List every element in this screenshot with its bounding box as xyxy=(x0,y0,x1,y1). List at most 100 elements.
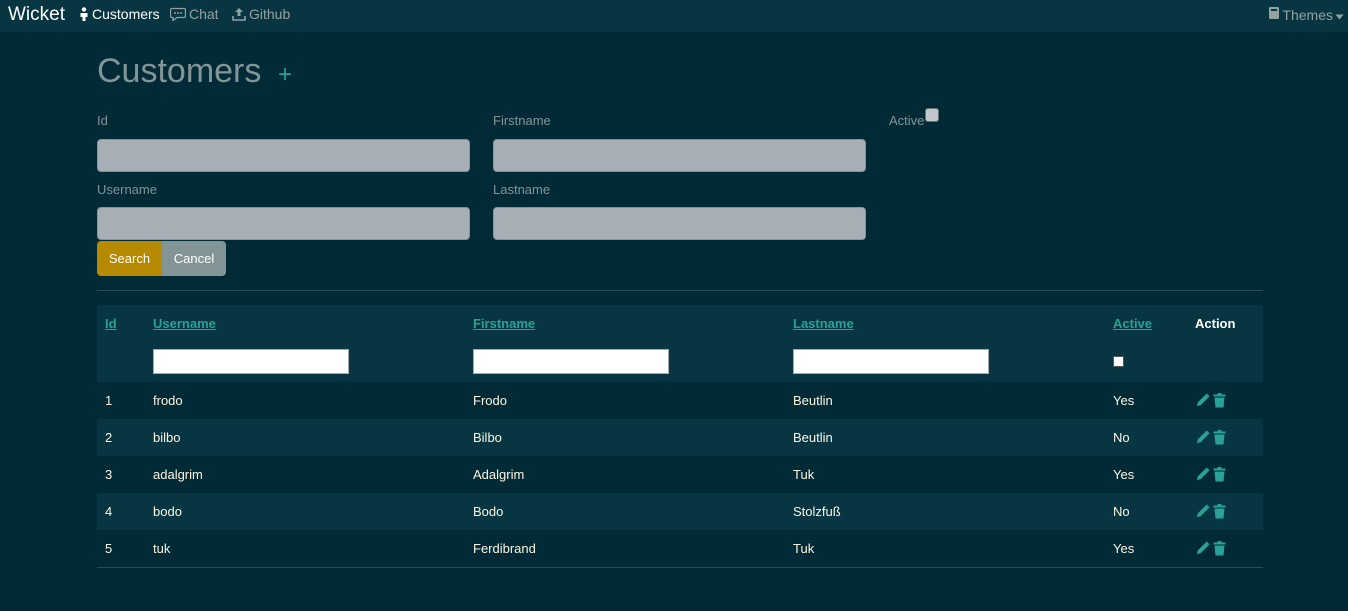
cell-id: 4 xyxy=(105,504,113,519)
table-body: 1 frodo Frodo Beutlin Yes 2 bilbo Bilbo Beutlin N… xyxy=(97,382,1263,568)
filter-cell-firstname xyxy=(465,341,785,382)
cell-active: No xyxy=(1113,430,1130,445)
column-header-active[interactable]: Active xyxy=(1105,305,1187,341)
cell-firstname: Bodo xyxy=(473,504,504,519)
cell-id: 3 xyxy=(105,467,113,482)
column-header-username[interactable]: Username xyxy=(145,305,465,341)
table-filter-row xyxy=(97,341,1263,382)
firstname-input[interactable] xyxy=(493,139,866,172)
edit-pencil-icon[interactable] xyxy=(1195,467,1210,482)
page-title: Customers xyxy=(97,52,262,90)
cell-action xyxy=(1187,382,1263,419)
cancel-button[interactable]: Cancel xyxy=(162,241,226,276)
column-header-lastname[interactable]: Lastname xyxy=(785,305,1105,341)
cell-action xyxy=(1187,530,1263,568)
chat-bubble-icon xyxy=(170,7,186,21)
filter-cell-lastname xyxy=(785,341,1105,382)
id-label: Id xyxy=(97,113,108,128)
themes-label: Themes xyxy=(1282,6,1333,23)
themes-dropdown[interactable]: Themes xyxy=(1268,6,1344,23)
column-header-firstname[interactable]: Firstname xyxy=(465,305,785,341)
nav-item-label: Chat xyxy=(189,6,219,22)
lastname-label: Lastname xyxy=(493,182,551,197)
upload-icon xyxy=(232,7,246,21)
cell-action xyxy=(1187,419,1263,456)
username-filter-input[interactable] xyxy=(153,349,349,374)
cell-lastname: Tuk xyxy=(793,467,815,482)
column-header-action: Action xyxy=(1195,315,1236,331)
username-label: Username xyxy=(97,182,157,197)
search-button[interactable]: Search xyxy=(97,241,162,276)
nav-item-label: Customers xyxy=(92,6,160,22)
row-actions xyxy=(1195,393,1255,408)
row-actions xyxy=(1195,467,1255,482)
cell-active: Yes xyxy=(1113,393,1135,408)
table-row: 1 frodo Frodo Beutlin Yes xyxy=(97,382,1263,419)
cell-id: 5 xyxy=(97,530,145,568)
sort-link-firstname[interactable]: Firstname xyxy=(473,316,535,331)
cell-firstname: Ferdibrand xyxy=(465,530,785,568)
cell-active: No xyxy=(1113,504,1130,519)
id-input[interactable] xyxy=(97,139,470,172)
divider xyxy=(97,290,1263,291)
cell-username: bodo xyxy=(153,504,182,519)
cell-lastname: Beutlin xyxy=(793,393,833,408)
username-input[interactable] xyxy=(97,207,470,240)
delete-trash-icon[interactable] xyxy=(1213,540,1226,556)
filter-cell-active xyxy=(1105,341,1187,382)
cell-username: frodo xyxy=(153,393,183,408)
delete-trash-icon[interactable] xyxy=(1213,393,1226,408)
delete-trash-icon[interactable] xyxy=(1213,504,1226,519)
edit-pencil-icon[interactable] xyxy=(1195,541,1210,556)
cell-firstname: Bilbo xyxy=(473,430,502,445)
cell-lastname: Stolzfuß xyxy=(793,504,841,519)
nav-item-chat[interactable]: Chat xyxy=(170,6,219,22)
cell-username: adalgrim xyxy=(153,467,203,482)
firstname-filter-input[interactable] xyxy=(473,349,669,374)
row-actions xyxy=(1195,430,1255,445)
edit-pencil-icon[interactable] xyxy=(1195,393,1210,408)
firstname-label: Firstname xyxy=(493,113,551,128)
active-label: Active xyxy=(889,113,925,128)
edit-pencil-icon[interactable] xyxy=(1195,504,1210,519)
cell-action xyxy=(1187,456,1263,493)
nav-item-github[interactable]: Github xyxy=(232,6,290,22)
cell-action xyxy=(1187,493,1263,530)
cell-lastname: Tuk xyxy=(785,530,1105,568)
cell-firstname: Frodo xyxy=(473,393,507,408)
sort-link-lastname[interactable]: Lastname xyxy=(793,316,854,331)
customers-table: Id Username Firstname Lastname Active Ac… xyxy=(97,305,1263,568)
lastname-input[interactable] xyxy=(493,207,866,240)
nav-item-label: Github xyxy=(249,6,291,22)
cell-username: tuk xyxy=(145,530,465,568)
row-actions xyxy=(1195,504,1255,519)
cell-active: Yes xyxy=(1105,530,1187,568)
cell-firstname: Adalgrim xyxy=(473,467,525,482)
row-actions xyxy=(1195,540,1255,556)
cell-lastname: Beutlin xyxy=(793,430,833,445)
table-header-row: Id Username Firstname Lastname Active Ac… xyxy=(97,305,1263,341)
cell-id: 1 xyxy=(105,393,113,408)
delete-trash-icon[interactable] xyxy=(1213,467,1226,482)
table-row: 4 bodo Bodo Stolzfuß No xyxy=(97,493,1263,530)
sort-link-id[interactable]: Id xyxy=(105,316,117,331)
table-row: 5 tuk Ferdibrand Tuk Yes xyxy=(97,530,1263,568)
filter-cell-action xyxy=(1187,341,1263,382)
brand-logo[interactable]: Wicket xyxy=(8,4,65,26)
caret-down-icon xyxy=(1335,7,1344,23)
nav-item-customers[interactable]: Customers xyxy=(79,6,160,22)
lastname-filter-input[interactable] xyxy=(793,349,989,374)
delete-trash-icon[interactable] xyxy=(1213,430,1226,445)
column-header-id[interactable]: Id xyxy=(97,305,145,341)
sort-link-active[interactable]: Active xyxy=(1113,316,1152,331)
active-checkbox[interactable] xyxy=(925,108,939,122)
cell-username: bilbo xyxy=(153,430,181,445)
edit-pencil-icon[interactable] xyxy=(1195,430,1210,445)
add-customer-icon[interactable]: + xyxy=(278,63,292,87)
filter-cell-username xyxy=(145,341,465,382)
sort-link-username[interactable]: Username xyxy=(153,316,216,331)
person-icon xyxy=(79,7,89,21)
active-filter-checkbox[interactable] xyxy=(1113,356,1124,367)
book-icon xyxy=(1268,6,1280,23)
cell-id: 2 xyxy=(105,430,113,445)
